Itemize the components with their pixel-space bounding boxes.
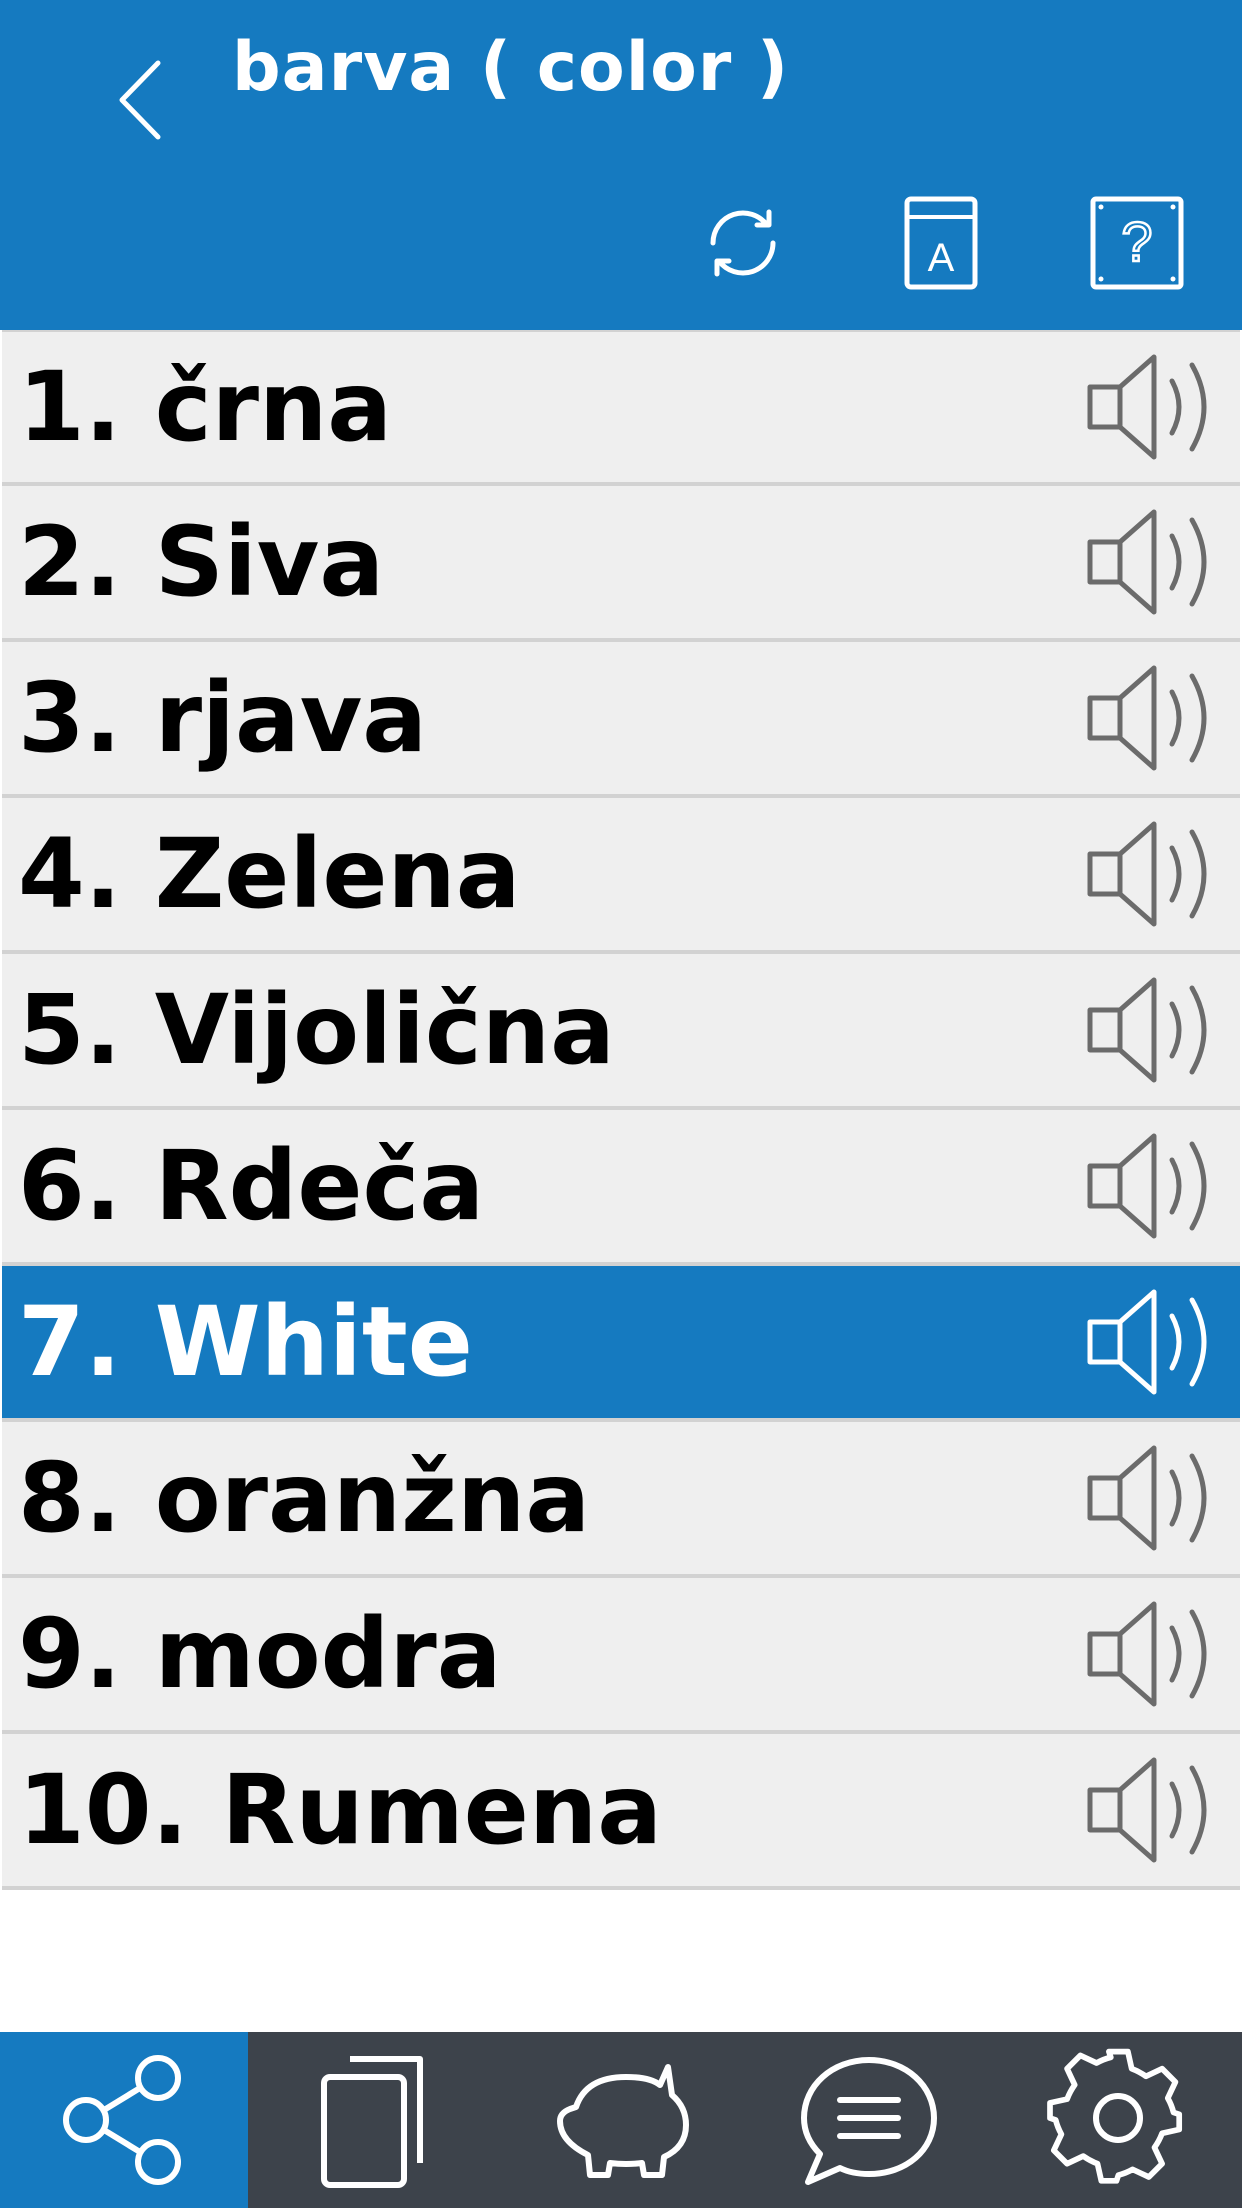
speaker-icon[interactable]	[1080, 818, 1220, 930]
list-item[interactable]: 5. Vijolična	[2, 954, 1240, 1110]
gear-icon	[1046, 2048, 1182, 2184]
help-icon: ?	[1090, 196, 1184, 290]
tab-settings[interactable]	[994, 2032, 1242, 2208]
chat-bubble-icon	[801, 2057, 938, 2185]
page-title: barva ( color )	[232, 28, 790, 107]
dictionary-letter: A	[928, 236, 955, 280]
speaker-icon[interactable]	[1080, 1598, 1220, 1710]
list-item-label: 4. Zelena	[18, 818, 521, 930]
list-item-label: 3. rjava	[18, 662, 428, 774]
bottom-nav	[0, 2032, 1242, 2208]
help-button[interactable]: ?	[1082, 188, 1192, 298]
list-item-label: 7. White	[18, 1286, 473, 1398]
chevron-left-icon	[119, 60, 161, 140]
list-item[interactable]: 8. oranžna	[2, 1422, 1240, 1578]
list-item-label: 5. Vijolična	[18, 974, 615, 1086]
back-button[interactable]	[100, 50, 180, 150]
word-list: 1. črna 2. Siva 3. rjava 4. Zelena 5. Vi…	[0, 330, 1242, 1890]
cards-icon	[320, 2056, 423, 2188]
dictionary-book-icon: A	[904, 196, 978, 290]
speaker-icon[interactable]	[1080, 1754, 1220, 1866]
list-item-label: 9. modra	[18, 1598, 502, 1710]
help-symbol: ?	[1121, 210, 1152, 273]
list-item-label: 2. Siva	[18, 506, 385, 618]
list-item-label: 6. Rdeča	[18, 1130, 485, 1242]
speaker-icon[interactable]	[1080, 974, 1220, 1086]
piggy-bank-icon	[556, 2064, 689, 2178]
list-item[interactable]: 6. Rdeča	[2, 1110, 1240, 1266]
speaker-icon[interactable]	[1080, 662, 1220, 774]
list-item[interactable]: 4. Zelena	[2, 798, 1240, 954]
speaker-icon[interactable]	[1080, 506, 1220, 618]
list-item[interactable]: 9. modra	[2, 1578, 1240, 1734]
tab-chat[interactable]	[745, 2032, 993, 2208]
tab-share[interactable]	[0, 2032, 249, 2208]
speaker-icon[interactable]	[1080, 1442, 1220, 1554]
list-item-selected[interactable]: 7. White	[2, 1266, 1240, 1422]
list-item-label: 8. oranžna	[18, 1442, 591, 1554]
refresh-button[interactable]	[688, 188, 798, 298]
share-icon	[63, 2055, 182, 2185]
tab-cards[interactable]	[248, 2032, 496, 2208]
speaker-icon[interactable]	[1080, 1286, 1220, 1398]
speaker-icon[interactable]	[1080, 1130, 1220, 1242]
list-item[interactable]: 3. rjava	[2, 642, 1240, 798]
refresh-icon	[710, 209, 776, 277]
dictionary-button[interactable]: A	[886, 188, 996, 298]
speaker-icon[interactable]	[1080, 351, 1220, 463]
list-item[interactable]: 2. Siva	[2, 486, 1240, 642]
tab-savings[interactable]	[497, 2032, 745, 2208]
app-header: barva ( color ) A ?	[0, 0, 1242, 330]
list-item[interactable]: 10. Rumena	[2, 1734, 1240, 1890]
list-item-label: 1. črna	[18, 351, 393, 463]
list-item[interactable]: 1. črna	[2, 330, 1240, 486]
list-item-label: 10. Rumena	[18, 1754, 663, 1866]
